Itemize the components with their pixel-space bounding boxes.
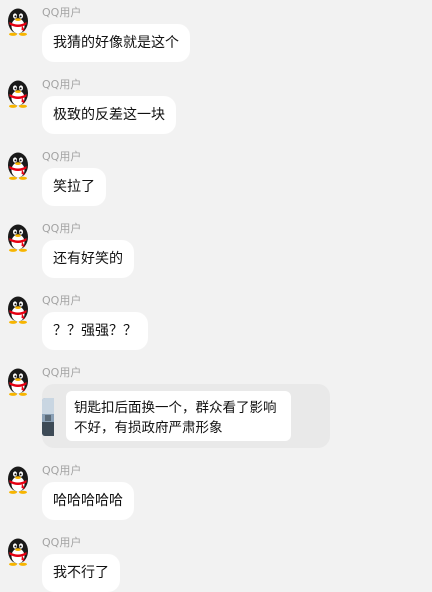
message-bubble[interactable]: 哈哈哈哈哈 bbox=[42, 482, 134, 520]
qq-penguin-avatar-icon[interactable] bbox=[6, 466, 30, 494]
sender-name: QQ用户 bbox=[42, 150, 82, 163]
qq-penguin-avatar-icon[interactable] bbox=[6, 296, 30, 324]
sender-name: QQ用户 bbox=[42, 366, 82, 379]
sender-name: QQ用户 bbox=[42, 464, 82, 477]
sender-name: QQ用户 bbox=[42, 6, 82, 19]
qq-penguin-avatar-icon[interactable] bbox=[6, 224, 30, 252]
message-bubble[interactable]: 我猜的好像就是这个 bbox=[42, 24, 190, 62]
sender-name: QQ用户 bbox=[42, 78, 82, 91]
qq-penguin-avatar-icon[interactable] bbox=[6, 8, 30, 36]
sender-name: QQ用户 bbox=[42, 536, 82, 549]
message-bubble[interactable]: 还有好笑的 bbox=[42, 240, 134, 278]
reply-message-bubble[interactable]: 钥匙扣后面换一个，群众看了影响不好，有损政府严肃形象 bbox=[42, 384, 330, 448]
qq-penguin-avatar-icon[interactable] bbox=[6, 80, 30, 108]
qq-penguin-avatar-icon[interactable] bbox=[6, 368, 30, 396]
qq-penguin-avatar-icon[interactable] bbox=[6, 152, 30, 180]
message-bubble[interactable]: 我不行了 bbox=[42, 554, 120, 592]
message-bubble[interactable]: ？？强强？？ bbox=[42, 312, 148, 350]
sender-name: QQ用户 bbox=[42, 222, 82, 235]
message-bubble[interactable]: 极致的反差这一块 bbox=[42, 96, 176, 134]
qq-penguin-avatar-icon[interactable] bbox=[6, 538, 30, 566]
image-thumbnail[interactable] bbox=[42, 398, 54, 436]
sender-name: QQ用户 bbox=[42, 294, 82, 307]
message-bubble[interactable]: 笑拉了 bbox=[42, 168, 106, 206]
chat-message-list[interactable]: QQ用户 我猜的好像就是这个 QQ用户 极致的反差这一块 QQ用户 笑拉了 QQ… bbox=[0, 0, 432, 592]
reply-text: 钥匙扣后面换一个，群众看了影响不好，有损政府严肃形象 bbox=[66, 391, 291, 441]
